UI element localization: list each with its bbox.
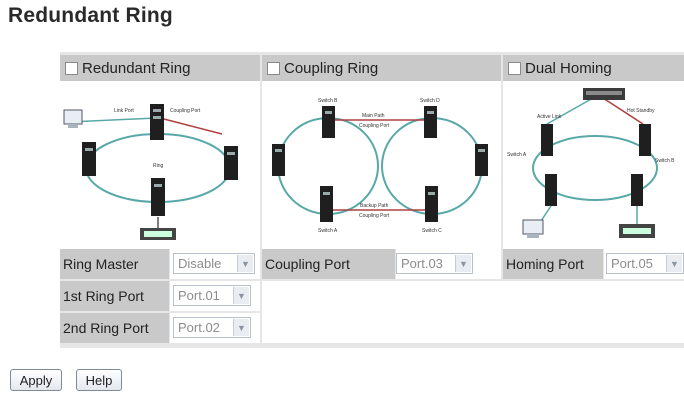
dual-homing-column: Dual Homing Active Link Hot Standby Swit… bbox=[503, 55, 684, 249]
switch-d-label: Switch D bbox=[420, 98, 440, 104]
switch-a-label: Switch A bbox=[318, 228, 338, 234]
apply-button[interactable]: Apply bbox=[10, 369, 62, 391]
homing-port-label-text: Homing Port bbox=[506, 256, 584, 272]
coupling-ring-checkbox[interactable] bbox=[267, 61, 280, 75]
device-icon bbox=[140, 228, 176, 240]
coupling-ring-diagram-image: Switch B Switch D Main Path Coupling Por… bbox=[272, 98, 488, 234]
second-ring-port-label-text: 2nd Ring Port bbox=[63, 320, 149, 336]
switch-c-icon bbox=[425, 186, 438, 222]
active-link-label: Active Link bbox=[537, 114, 562, 120]
homing-port-value: Port.05 bbox=[611, 256, 653, 271]
core-switch-icon bbox=[583, 88, 625, 100]
second-ring-port-value: Port.02 bbox=[178, 320, 220, 335]
ring-master-select[interactable]: Disable ▼ bbox=[173, 253, 255, 274]
coupling-port-label: Coupling Port bbox=[262, 249, 395, 279]
switch-left-icon bbox=[272, 144, 285, 176]
ring-master-label: Ring Master bbox=[60, 249, 169, 279]
switch-bottom-left-icon bbox=[545, 174, 557, 206]
coupling-port-bottom-label: Coupling Port bbox=[359, 213, 390, 219]
ring-master-label-text: Ring Master bbox=[63, 256, 139, 272]
switch-right-icon bbox=[475, 144, 488, 176]
redundant-ring-checkbox[interactable] bbox=[65, 61, 78, 75]
switch-bottom-right-icon bbox=[631, 174, 643, 206]
ring-master-value: Disable bbox=[178, 256, 222, 271]
coupling-port-label: Coupling Port bbox=[170, 108, 201, 114]
pc-icon bbox=[522, 219, 544, 238]
coupling-port-select[interactable]: Port.03 ▼ bbox=[396, 253, 473, 274]
dual-homing-header: Dual Homing bbox=[503, 55, 684, 81]
switch-a-icon bbox=[541, 124, 553, 156]
coupling-ring-title: Coupling Ring bbox=[284, 59, 379, 77]
homing-port-label: Homing Port bbox=[503, 249, 603, 279]
dual-homing-diagram: Active Link Hot Standby Switch A Switch … bbox=[503, 82, 684, 249]
help-button-label: Help bbox=[85, 372, 113, 388]
chevron-down-icon: ▼ bbox=[233, 287, 249, 304]
first-ring-port-value: Port.01 bbox=[178, 288, 220, 303]
dual-homing-title: Dual Homing bbox=[525, 59, 612, 77]
chevron-down-icon: ▼ bbox=[237, 255, 253, 272]
switch-a-label: Switch A bbox=[507, 152, 527, 158]
first-ring-port-label: 1st Ring Port bbox=[60, 281, 169, 311]
coupling-port-label-text: Coupling Port bbox=[265, 256, 350, 272]
redundant-ring-diagram-image: Link Port Coupling Port Ring bbox=[63, 104, 238, 240]
coupling-port-value: Port.03 bbox=[401, 256, 443, 271]
chevron-down-icon: ▼ bbox=[233, 319, 249, 336]
ring-label: Ring bbox=[153, 163, 164, 169]
redundant-ring-diagram: Link Port Coupling Port Ring bbox=[60, 82, 260, 249]
switch-bottom-icon bbox=[151, 178, 165, 216]
redundant-ring-header: Redundant Ring bbox=[60, 55, 260, 81]
device-icon bbox=[619, 224, 655, 238]
redundancy-settings-panel: Redundant Ring Link Port Coupling Port R… bbox=[60, 52, 684, 348]
second-ring-port-select[interactable]: Port.02 ▼ bbox=[173, 317, 251, 338]
hot-standby-label: Hot Standby bbox=[627, 108, 655, 114]
pc-icon bbox=[63, 109, 83, 128]
switch-b-label: Switch B bbox=[318, 98, 338, 104]
link-port-label: Link Port bbox=[114, 108, 134, 114]
switch-c-label: Switch C bbox=[422, 228, 442, 234]
first-ring-port-label-text: 1st Ring Port bbox=[63, 288, 144, 304]
redundant-ring-column: Redundant Ring Link Port Coupling Port R… bbox=[60, 55, 260, 249]
redundant-ring-title: Redundant Ring bbox=[82, 59, 191, 77]
first-ring-port-select[interactable]: Port.01 ▼ bbox=[173, 285, 251, 306]
switch-b-label: Switch B bbox=[655, 158, 675, 164]
backup-path-label: Backup Path bbox=[360, 203, 389, 209]
main-path-label: Main Path bbox=[362, 113, 385, 119]
apply-button-label: Apply bbox=[19, 372, 53, 388]
page-title: Redundant Ring bbox=[8, 4, 173, 27]
chevron-down-icon: ▼ bbox=[455, 255, 471, 272]
dual-homing-diagram-image: Active Link Hot Standby Switch A Switch … bbox=[507, 88, 675, 238]
switch-a-icon bbox=[320, 186, 333, 222]
switch-left-icon bbox=[82, 142, 96, 176]
dual-homing-checkbox[interactable] bbox=[508, 61, 521, 75]
help-button[interactable]: Help bbox=[76, 369, 122, 391]
homing-port-select[interactable]: Port.05 ▼ bbox=[606, 253, 684, 274]
switch-b-icon bbox=[639, 124, 651, 156]
coupling-ring-diagram: Switch B Switch D Main Path Coupling Por… bbox=[262, 82, 501, 249]
switch-right-icon bbox=[224, 146, 238, 180]
chevron-down-icon: ▼ bbox=[666, 255, 682, 272]
switch-b-icon bbox=[322, 106, 335, 138]
coupling-ring-header: Coupling Ring bbox=[262, 55, 501, 81]
coupling-port-top-label: Coupling Port bbox=[359, 123, 390, 129]
switch-d-icon bbox=[424, 106, 437, 138]
second-ring-port-label: 2nd Ring Port bbox=[60, 313, 169, 343]
empty-area bbox=[262, 281, 684, 343]
coupling-ring-column: Coupling Ring Switch B Switch D Main Pat… bbox=[262, 55, 501, 249]
